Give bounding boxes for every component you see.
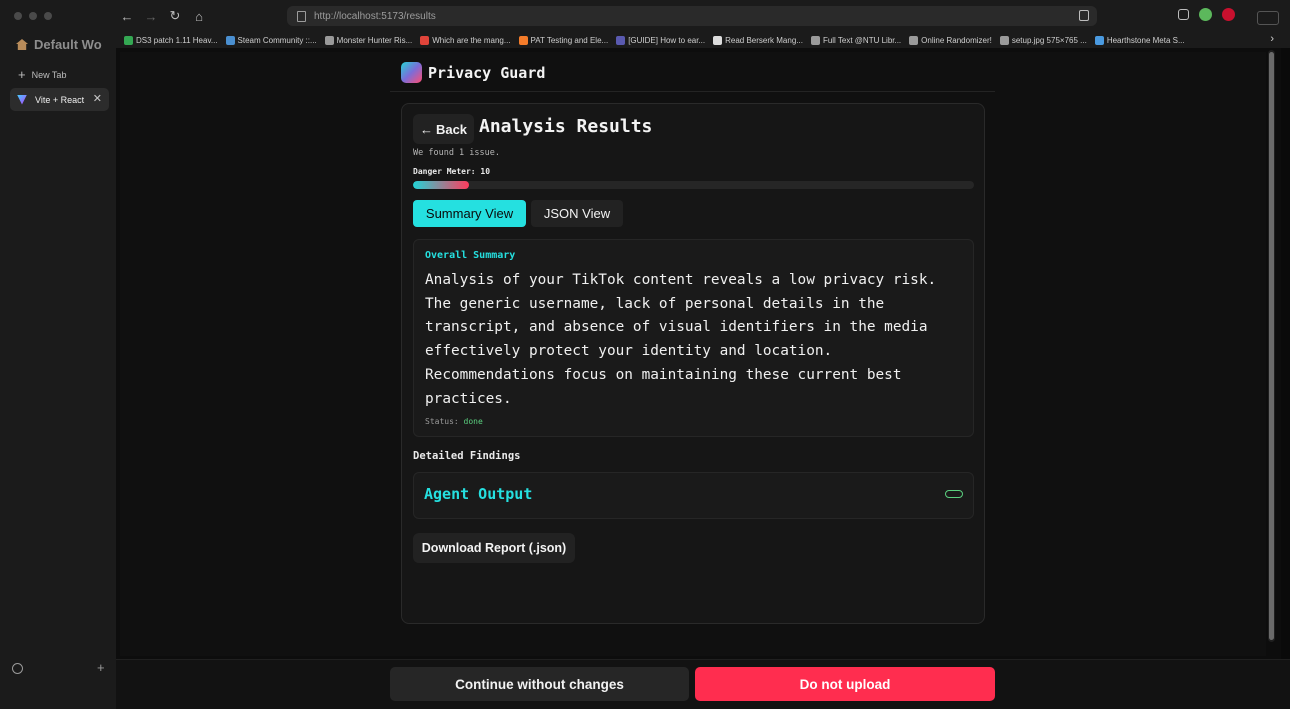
bookmark-favicon-icon (999, 35, 1009, 45)
download-report-button[interactable]: Download Report (.json) (413, 533, 575, 563)
bookmark-label: DS3 patch 1.11 Heav... (136, 35, 218, 45)
agent-output-panel[interactable]: Agent Output (413, 472, 974, 519)
tab-summary-view[interactable]: Summary View (413, 200, 526, 227)
bookmark-label: PAT Testing and Ele... (530, 35, 609, 45)
window-layout-icon[interactable] (1257, 11, 1279, 25)
tab-label: Vite + React (35, 94, 85, 105)
bookmark-label: Which are the mang... (432, 35, 511, 45)
back-label: Back (435, 121, 468, 137)
detailed-findings-heading: Detailed Findings (413, 450, 521, 462)
danger-meter-track (413, 181, 974, 189)
back-button[interactable]: ← Back (413, 114, 474, 144)
extension-green-icon[interactable] (1199, 8, 1212, 21)
danger-meter-fill (413, 181, 470, 189)
sidebar-tab-vite-react[interactable]: Vite + React ✕ (10, 88, 109, 111)
bookmark-label: Monster Hunter Ris... (336, 35, 413, 45)
minimize-window-dot[interactable] (29, 12, 37, 20)
bookmark-favicon-icon (616, 35, 626, 45)
extensions (1178, 8, 1235, 21)
bookmark-favicon-icon (1094, 35, 1104, 45)
summary-text: Analysis of your TikTok content reveals … (425, 272, 937, 407)
bookmark-label: Hearthstone Meta S... (1106, 35, 1185, 45)
app-header: Privacy Guard (390, 56, 995, 92)
agent-status-toggle-icon[interactable] (945, 490, 963, 498)
arrow-left-icon: ← (419, 121, 433, 137)
close-window-dot[interactable] (14, 12, 22, 20)
add-icon[interactable]: + (97, 660, 105, 675)
summary-heading: Overall Summary (425, 250, 516, 261)
maximize-window-dot[interactable] (44, 12, 52, 20)
continue-without-changes-button[interactable]: Continue without changes (390, 667, 689, 701)
extension-ublock-icon[interactable] (1222, 8, 1235, 21)
bookmarks-bar: DS3 patch 1.11 Heav... Steam Community ::… (116, 32, 1290, 48)
status-line: Status: done (425, 417, 483, 426)
page-icon (297, 10, 306, 22)
bookmark-favicon-icon (124, 35, 133, 45)
bookmark-item[interactable]: PAT Testing and Ele... (518, 35, 609, 45)
forward-arrow-icon[interactable]: → (139, 6, 163, 26)
url-text: http://localhost:5173/results (314, 10, 436, 22)
do-not-upload-button[interactable]: Do not upload (695, 667, 995, 701)
bookmark-label: Online Randomizer! (921, 35, 992, 45)
workspace-title[interactable]: Default Wo (16, 37, 102, 52)
results-card: ← Back Analysis Results We found 1 issue… (401, 103, 985, 624)
bookmark-item[interactable]: setup.jpg 575×765 ... (999, 35, 1087, 45)
bookmark-label: Read Berserk Mang... (725, 35, 803, 45)
bookmark-label: setup.jpg 575×765 ... (1011, 35, 1087, 45)
bookmark-favicon-icon (225, 35, 235, 45)
window-controls[interactable] (14, 12, 52, 20)
bookmark-item[interactable]: Which are the mang... (420, 35, 511, 45)
nav-controls: ← → ↻ ⌂ (115, 6, 211, 26)
page-title: Analysis Results (479, 116, 653, 137)
bookmark-favicon-icon (810, 35, 820, 45)
back-arrow-icon[interactable]: ← (115, 6, 139, 26)
bookmark-favicon-icon (909, 35, 919, 45)
overall-summary-panel: Overall Summary Analysis of your TikTok … (413, 239, 974, 437)
bookmarks-overflow-chevron-icon[interactable]: › (1270, 33, 1274, 45)
extension-puzzle-icon[interactable] (1178, 9, 1189, 20)
window-edge (1281, 48, 1290, 660)
status-value: done (463, 417, 483, 426)
app-title: Privacy Guard (428, 64, 546, 82)
issues-found-text: We found 1 issue. (413, 148, 500, 158)
bookmark-favicon-icon (420, 35, 430, 45)
bookmark-label: Full Text @NTU Libr... (822, 35, 902, 45)
new-tab-label: New Tab (31, 69, 67, 80)
status-label: Status: (425, 417, 459, 426)
agent-output-title: Agent Output (424, 485, 533, 503)
tab-json-view[interactable]: JSON View (531, 200, 623, 227)
browser-sidebar: Default Wo + New Tab Vite + React ✕ (0, 32, 116, 709)
copy-link-icon[interactable] (1079, 10, 1089, 21)
check-circle-icon[interactable] (12, 663, 23, 674)
bookmark-item[interactable]: Full Text @NTU Libr... (810, 35, 902, 45)
bookmark-item[interactable]: [GUIDE] How to ear... (616, 35, 706, 45)
bookmark-item[interactable]: Online Randomizer! (909, 35, 992, 45)
home-icon[interactable]: ⌂ (187, 6, 211, 26)
bookmark-item[interactable]: Steam Community ::... (225, 35, 317, 45)
reload-icon[interactable]: ↻ (163, 6, 187, 26)
new-tab-button[interactable]: + New Tab (18, 67, 66, 82)
scrollbar-thumb[interactable] (1269, 52, 1274, 640)
workspace-title-text: Default Wo (34, 37, 102, 52)
privacy-guard-logo (401, 62, 422, 83)
address-bar[interactable]: http://localhost:5173/results (287, 6, 1097, 26)
bookmark-favicon-icon (324, 35, 334, 45)
workspace-home-icon (16, 39, 28, 50)
bookmark-label: Steam Community ::... (237, 35, 317, 45)
browser-toolbar: ← → ↻ ⌂ http://localhost:5173/results (0, 0, 1290, 32)
bookmark-item[interactable]: DS3 patch 1.11 Heav... (124, 35, 218, 45)
bookmark-item[interactable]: Hearthstone Meta S... (1094, 35, 1185, 45)
bookmark-item[interactable]: Monster Hunter Ris... (324, 35, 413, 45)
danger-meter-label: Danger Meter: 10 (413, 167, 491, 176)
bookmark-item[interactable]: Read Berserk Mang... (713, 35, 803, 45)
plus-icon: + (18, 67, 26, 82)
vite-icon (17, 94, 27, 105)
page-scrollbar[interactable] (1268, 50, 1275, 642)
bookmark-favicon-icon (518, 35, 528, 45)
close-tab-icon[interactable]: ✕ (93, 92, 102, 105)
bookmark-favicon-icon (713, 35, 723, 45)
bookmark-label: [GUIDE] How to ear... (628, 35, 706, 45)
